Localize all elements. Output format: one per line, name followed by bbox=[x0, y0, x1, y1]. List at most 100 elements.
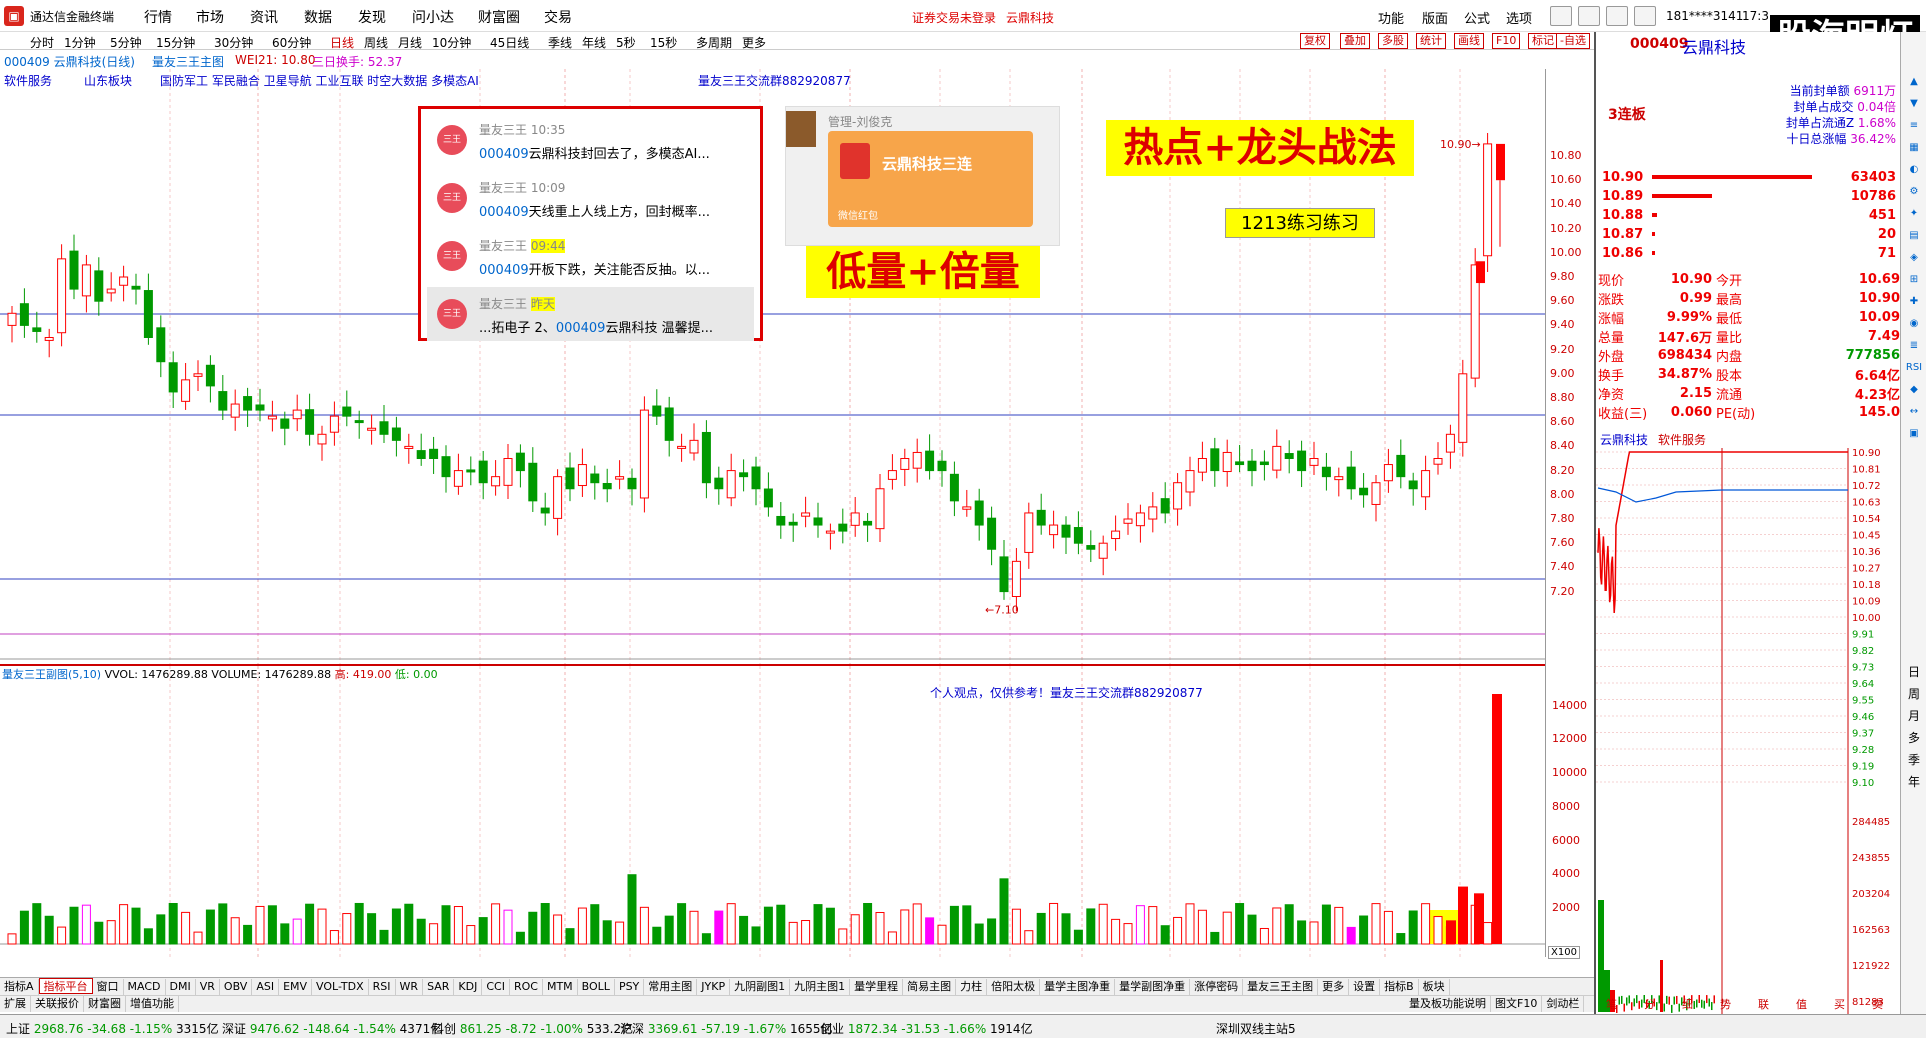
tool-btn-2[interactable]: 多股 bbox=[1378, 33, 1408, 49]
period-7[interactable]: 周线 bbox=[364, 34, 388, 51]
indicator-tab[interactable]: 简易主图 bbox=[903, 979, 957, 995]
indicator-tab[interactable]: 设置 bbox=[1349, 979, 1381, 995]
extension-tab[interactable]: 扩展 bbox=[0, 996, 31, 1012]
indicator-tab[interactable]: OBV bbox=[220, 979, 253, 995]
user-phone[interactable]: 181****3141 bbox=[1666, 9, 1743, 23]
extension-tab[interactable]: 增值功能 bbox=[126, 996, 179, 1012]
intraday-chart[interactable]: 云鼎科技 软件服务 10.90 10.81 10.72 10.63 10.54 10.45 10… bbox=[1596, 430, 1902, 1014]
extension-tab[interactable]: 关联报价 bbox=[31, 996, 84, 1012]
index-status[interactable]: 深证 9476.62 -148.64 -1.54% 4371亿 bbox=[222, 1020, 442, 1037]
sidebar-icon[interactable]: ⊞ bbox=[1904, 270, 1924, 290]
sidebar-icon[interactable]: ▦ bbox=[1904, 138, 1924, 158]
indicator-tab[interactable]: KDJ bbox=[454, 979, 483, 995]
sidebar-icon[interactable]: ✚ bbox=[1904, 292, 1924, 312]
main-indicator-name[interactable]: 量友三王主图 bbox=[152, 53, 224, 70]
sidebar-icon[interactable]: ↔ bbox=[1904, 402, 1924, 422]
indicator-tab[interactable]: RSI bbox=[369, 979, 396, 995]
indicator-tab[interactable]: ROC bbox=[510, 979, 543, 995]
indicator-tab[interactable]: 更多 bbox=[1318, 979, 1350, 995]
period-1[interactable]: 1分钟 bbox=[64, 34, 96, 51]
panel-tab[interactable]: 买 bbox=[1834, 998, 1845, 1011]
tool-btn-5[interactable]: F10 bbox=[1492, 33, 1521, 49]
indicator-tab[interactable]: MACD bbox=[124, 979, 166, 995]
sidebar-period[interactable]: 年 bbox=[1904, 772, 1924, 792]
indicator-tab[interactable]: 常用主图 bbox=[644, 979, 698, 995]
period-15[interactable]: 多周期 bbox=[696, 34, 732, 51]
period-16[interactable]: 更多 bbox=[742, 34, 766, 51]
period-8[interactable]: 月线 bbox=[398, 34, 422, 51]
period-4[interactable]: 30分钟 bbox=[214, 34, 253, 51]
indicator-tab[interactable]: 量学主图净重 bbox=[1040, 979, 1116, 995]
indicator-tab[interactable]: 指标A bbox=[0, 979, 39, 995]
period-14[interactable]: 15秒 bbox=[650, 34, 677, 51]
sidebar-icon[interactable]: ◐ bbox=[1904, 160, 1924, 180]
panel-tab[interactable]: 卖 bbox=[1872, 998, 1883, 1011]
sidebar-icon[interactable]: ◉ bbox=[1904, 314, 1924, 334]
indicator-tab[interactable]: VOL-TDX bbox=[312, 979, 369, 995]
menu-options[interactable]: 选项 bbox=[1506, 8, 1532, 27]
menu-function[interactable]: 功能 bbox=[1378, 8, 1404, 27]
panel-tab[interactable]: 值 bbox=[1796, 998, 1807, 1011]
sidebar-icon[interactable]: ▣ bbox=[1904, 424, 1924, 444]
function-tab[interactable]: 图文F10 bbox=[1491, 996, 1543, 1012]
indicator-tab[interactable]: 量友三王主图 bbox=[1243, 979, 1319, 995]
index-status[interactable]: 上证 2968.76 -34.68 -1.15% 3315亿 bbox=[6, 1020, 219, 1037]
sidebar-icon[interactable]: RSI bbox=[1904, 358, 1924, 378]
chat-item[interactable]: 三王 量友三王 10:35 000409云鼎科技封回去了，多模态AI... bbox=[427, 113, 754, 167]
function-tab[interactable]: 剑动栏 bbox=[1542, 996, 1585, 1012]
indicator-tab[interactable]: PSY bbox=[615, 979, 645, 995]
sidebar-period[interactable]: 月 bbox=[1904, 706, 1924, 726]
user-icon[interactable] bbox=[1634, 6, 1656, 26]
extension-tab[interactable]: 财富圈 bbox=[84, 996, 126, 1012]
indicator-tab[interactable]: JYKP bbox=[697, 979, 731, 995]
red-packet-message[interactable]: 管理-刘俊克 云鼎科技三连 微信红包 bbox=[785, 106, 1060, 246]
indicator-tab[interactable]: 指标平台 bbox=[38, 978, 93, 994]
period-2[interactable]: 5分钟 bbox=[110, 34, 142, 51]
period-13[interactable]: 5秒 bbox=[616, 34, 636, 51]
period-0[interactable]: 分时 bbox=[30, 34, 54, 51]
tool-btn-1[interactable]: 叠加 bbox=[1340, 33, 1370, 49]
function-tab[interactable]: 量及板功能说明 bbox=[1405, 996, 1491, 1012]
volume-chart[interactable] bbox=[0, 664, 1545, 957]
indicator-tab[interactable]: 指标B bbox=[1380, 979, 1419, 995]
chat-item[interactable]: 三王 量友三王 09:44 000409开板下跌，关注能否反抽。以... bbox=[427, 229, 754, 283]
sidebar-period[interactable]: 日 bbox=[1904, 662, 1924, 682]
tool-btn-7[interactable]: -自选 bbox=[1556, 33, 1590, 49]
tool-btn-0[interactable]: 复权 bbox=[1300, 33, 1330, 49]
indicator-tab[interactable]: 量学副图净重 bbox=[1115, 979, 1191, 995]
tool-btn-6[interactable]: 标记 bbox=[1528, 33, 1558, 49]
period-12[interactable]: 年线 bbox=[582, 34, 606, 51]
indicator-tab[interactable]: 窗口 bbox=[93, 979, 124, 995]
indicator-tab[interactable]: ASI bbox=[252, 979, 280, 995]
menu-layout[interactable]: 版面 bbox=[1422, 8, 1448, 27]
sidebar-icon[interactable]: ≣ bbox=[1904, 336, 1924, 356]
indicator-tab[interactable]: VR bbox=[196, 979, 220, 995]
panel-tab[interactable]: 分 bbox=[1644, 998, 1655, 1011]
indicator-tab[interactable]: 涨停密码 bbox=[1190, 979, 1244, 995]
sidebar-icon[interactable]: ◈ bbox=[1904, 248, 1924, 268]
panel-tab[interactable]: 联 bbox=[1758, 998, 1769, 1011]
window-icon[interactable] bbox=[1578, 6, 1600, 26]
message-icon[interactable] bbox=[1606, 6, 1628, 26]
period-3[interactable]: 15分钟 bbox=[156, 34, 195, 51]
indicator-tab[interactable]: DMI bbox=[166, 979, 196, 995]
sidebar-period[interactable]: 周 bbox=[1904, 684, 1924, 704]
menu-market[interactable]: 市场 bbox=[196, 7, 224, 27]
panel-tab[interactable]: 势 bbox=[1720, 998, 1731, 1011]
index-status[interactable]: 科创 861.25 -8.72 -1.00% 533.2亿 bbox=[432, 1020, 633, 1037]
indicator-tab[interactable]: WR bbox=[396, 979, 424, 995]
sidebar-icon[interactable]: ⚙ bbox=[1904, 182, 1924, 202]
sidebar-icon[interactable]: ◆ bbox=[1904, 380, 1924, 400]
chat-item[interactable]: 三王 量友三王 昨天 ...拓电子 2、000409云鼎科技 温馨提... bbox=[427, 287, 754, 341]
index-status[interactable]: 沪深 3369.61 -57.19 -1.67% 1655亿 bbox=[620, 1020, 833, 1037]
indicator-tab[interactable]: EMV bbox=[279, 979, 313, 995]
sidebar-period[interactable]: 季 bbox=[1904, 750, 1924, 770]
sidebar-icon[interactable]: ▲ bbox=[1904, 72, 1924, 92]
period-10[interactable]: 45日线 bbox=[490, 34, 529, 51]
red-packet-card[interactable]: 云鼎科技三连 微信红包 bbox=[828, 131, 1033, 227]
menu-data[interactable]: 数据 bbox=[304, 7, 332, 27]
index-status[interactable]: 创业 1872.34 -31.53 -1.66% 1914亿 bbox=[820, 1020, 1033, 1037]
indicator-tab[interactable]: 倍阳太极 bbox=[987, 979, 1041, 995]
menu-formula[interactable]: 公式 bbox=[1464, 8, 1490, 27]
indicator-tab[interactable]: 量学里程 bbox=[850, 979, 904, 995]
